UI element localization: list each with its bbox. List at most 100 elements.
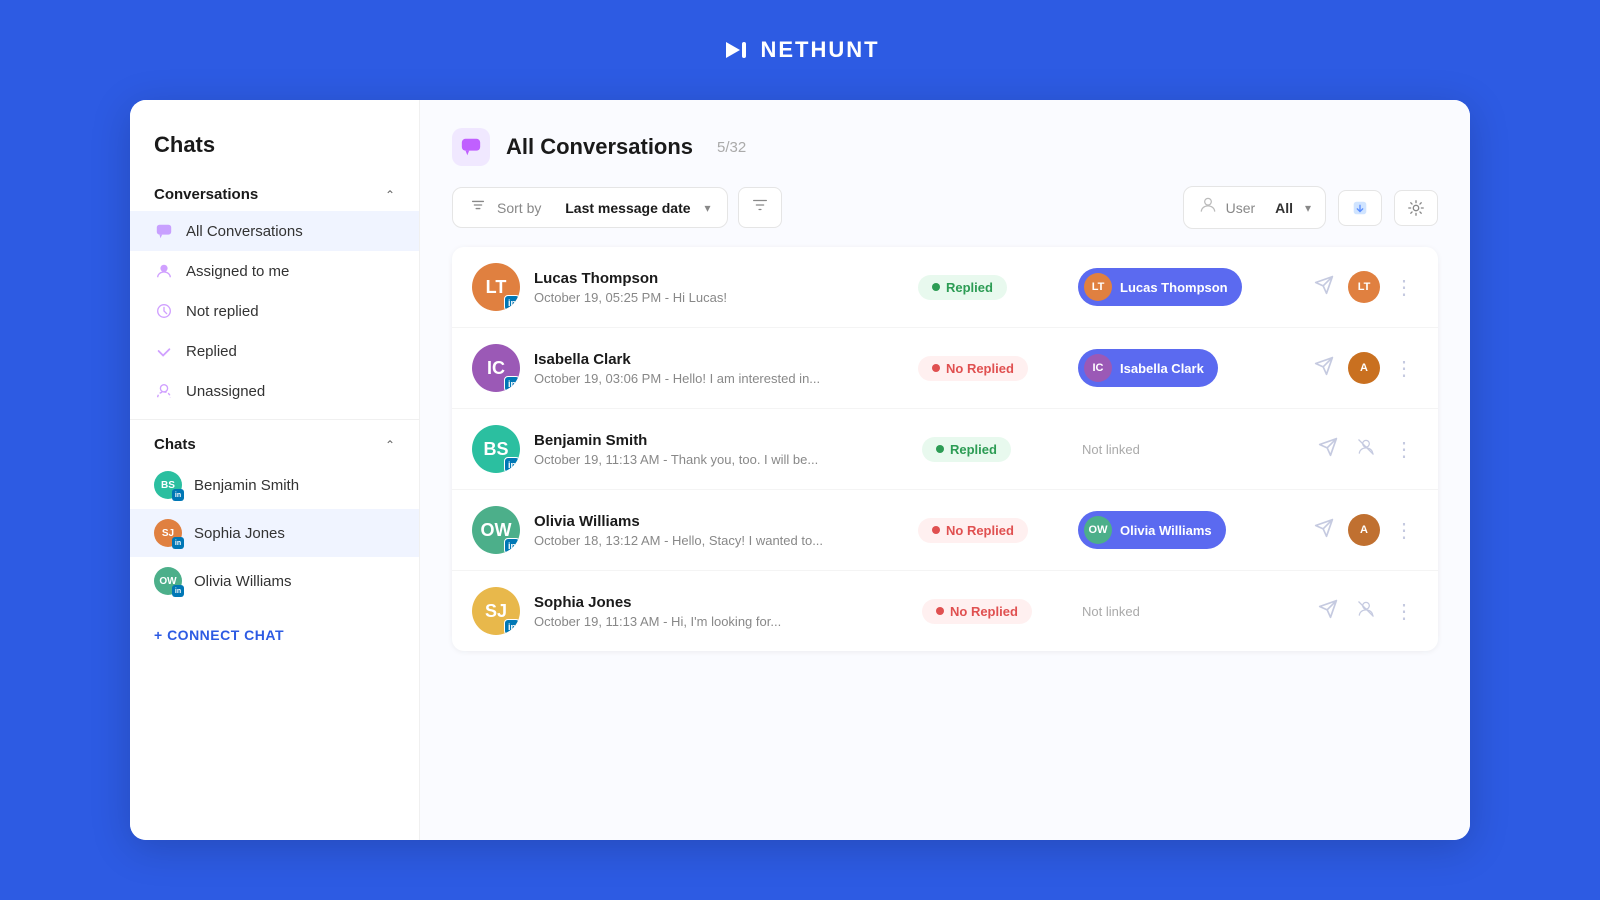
lucas-preview: October 19, 05:25 PM - Hi Lucas! [534,290,894,305]
sophia-status: No Replied [922,599,1062,624]
send-icon[interactable] [1310,352,1338,385]
olivia-avatar-conv: OW in [472,506,520,554]
sidebar-item-replied[interactable]: Replied [130,331,419,371]
chats-section-label: Chats [154,436,196,453]
more-menu-icon[interactable]: ⋮ [1390,352,1418,385]
conversation-count: 5/32 [717,139,746,156]
sidebar-item-chat-benjamin[interactable]: BS in Benjamin Smith [130,461,419,509]
linkedin-badge-benjamin-conv: in [504,457,520,473]
benjamin-status: Replied [922,437,1062,462]
unassigned-icon [154,381,174,401]
benjamin-chat-label: Benjamin Smith [194,477,299,494]
title-row: All Conversations 5/32 [452,128,746,166]
status-label: Replied [946,280,993,295]
app-name: NETHUNT [760,37,879,63]
unassigned-label: Unassigned [186,383,265,400]
sidebar-item-chat-sophia[interactable]: SJ in Sophia Jones [130,509,419,557]
benjamin-name: Benjamin Smith [534,432,922,449]
isabella-assigned: IC Isabella Clark [1078,349,1298,387]
benjamin-avatar: BS in [154,471,182,499]
assigned-name-lucas: Lucas Thompson [1120,280,1228,295]
conversations-nav: All Conversations Assigned to me Not rep… [130,211,419,411]
benjamin-actions: ⋮ [1314,433,1418,466]
more-menu-icon[interactable]: ⋮ [1390,514,1418,547]
sidebar-item-all-conversations[interactable]: All Conversations [130,211,419,251]
sophia-preview: October 19, 11:13 AM - Hi, I'm looking f… [534,614,894,629]
sidebar-item-unassigned[interactable]: Unassigned [130,371,419,411]
conversations-section-label: Conversations [154,186,258,203]
checkmark-icon [154,341,174,361]
assigned-avatar-lucas: LT [1084,273,1112,301]
sort-dropdown-icon: ▾ [705,201,711,215]
table-row[interactable]: LT in Lucas Thompson October 19, 05:25 P… [452,247,1438,328]
connect-chat-button[interactable]: + CONNECT CHAT [130,613,419,657]
agent-avatar-isabella: A [1348,352,1380,384]
conversations-list: LT in Lucas Thompson October 19, 05:25 P… [452,247,1438,651]
sidebar-section-conversations[interactable]: Conversations ⌃ [130,178,419,211]
linkedin-badge-isabella: in [504,376,520,392]
benjamin-assigned: Not linked [1082,442,1302,457]
olivia-assigned: OW Olivia Williams [1078,511,1298,549]
status-dot [936,607,944,615]
filter-button[interactable] [738,187,782,228]
send-icon[interactable] [1310,514,1338,547]
linkedin-badge-lucas: in [504,295,520,311]
status-label: No Replied [946,523,1014,538]
more-menu-icon[interactable]: ⋮ [1390,271,1418,304]
lucas-assigned: LT Lucas Thompson [1078,268,1298,306]
olivia-avatar: OW in [154,567,182,595]
send-icon[interactable] [1314,433,1342,466]
table-row[interactable]: BS in Benjamin Smith October 19, 11:13 A… [452,409,1438,490]
settings-button[interactable] [1394,190,1438,226]
isabella-preview: October 19, 03:06 PM - Hello! I am inter… [534,371,894,386]
chat-bubble-nav-icon [154,221,174,241]
no-agent-icon [1352,433,1380,466]
linkedin-badge-sophia-conv: in [504,619,520,635]
page-title: All Conversations [506,134,693,160]
send-icon[interactable] [1310,271,1338,304]
user-filter[interactable]: User All ▾ [1183,186,1326,229]
sophia-avatar-conv: SJ in [472,587,520,635]
sophia-info: Sophia Jones October 19, 11:13 AM - Hi, … [534,594,922,629]
table-row[interactable]: OW in Olivia Williams October 18, 13:12 … [452,490,1438,571]
send-icon[interactable] [1314,595,1342,628]
sophia-avatar: SJ in [154,519,182,547]
lucas-name: Lucas Thompson [534,270,918,287]
status-dot [932,364,940,372]
linkedin-badge: in [172,489,184,501]
agent-avatar-olivia: A [1348,514,1380,546]
isabella-status: No Replied [918,356,1058,381]
main-container: Chats Conversations ⌃ All Conversations … [130,100,1470,840]
olivia-preview: October 18, 13:12 AM - Hello, Stacy! I w… [534,533,894,548]
sidebar-item-assigned-to-me[interactable]: Assigned to me [130,251,419,291]
table-row[interactable]: SJ in Sophia Jones October 19, 11:13 AM … [452,571,1438,651]
top-bar: NETHUNT [0,0,1600,100]
download-button[interactable] [1338,190,1382,226]
sidebar-divider [130,419,419,420]
benjamin-avatar-conv: BS in [472,425,520,473]
lucas-avatar: LT in [472,263,520,311]
sidebar-section-chats[interactable]: Chats ⌃ [130,428,419,461]
toolbar-right: User All ▾ [1183,186,1438,229]
assigned-badge-lucas: LT Lucas Thompson [1078,268,1242,306]
user-filter-icon [1198,195,1218,220]
agent-avatar-lucas: LT [1348,271,1380,303]
sidebar-item-not-replied[interactable]: Not replied [130,291,419,331]
assigned-name-olivia: Olivia Williams [1120,523,1212,538]
sidebar-item-chat-olivia[interactable]: OW in Olivia Williams [130,557,419,605]
assigned-badge-isabella: IC Isabella Clark [1078,349,1218,387]
olivia-info: Olivia Williams October 18, 13:12 AM - H… [534,513,918,548]
content-header: All Conversations 5/32 [452,128,1438,166]
not-replied-label: Not replied [186,303,259,320]
olivia-chat-label: Olivia Williams [194,573,292,590]
isabella-name: Isabella Clark [534,351,918,368]
linkedin-badge-olivia-conv: in [504,538,520,554]
sort-control[interactable]: Sort by Last message date ▾ [452,187,728,228]
more-menu-icon[interactable]: ⋮ [1390,595,1418,628]
isabella-info: Isabella Clark October 19, 03:06 PM - He… [534,351,918,386]
more-menu-icon[interactable]: ⋮ [1390,433,1418,466]
user-filter-dropdown-icon: ▾ [1305,201,1311,215]
chats-nav: BS in Benjamin Smith SJ in Sophia Jones … [130,461,419,605]
sophia-chat-label: Sophia Jones [194,525,285,542]
table-row[interactable]: IC in Isabella Clark October 19, 03:06 P… [452,328,1438,409]
